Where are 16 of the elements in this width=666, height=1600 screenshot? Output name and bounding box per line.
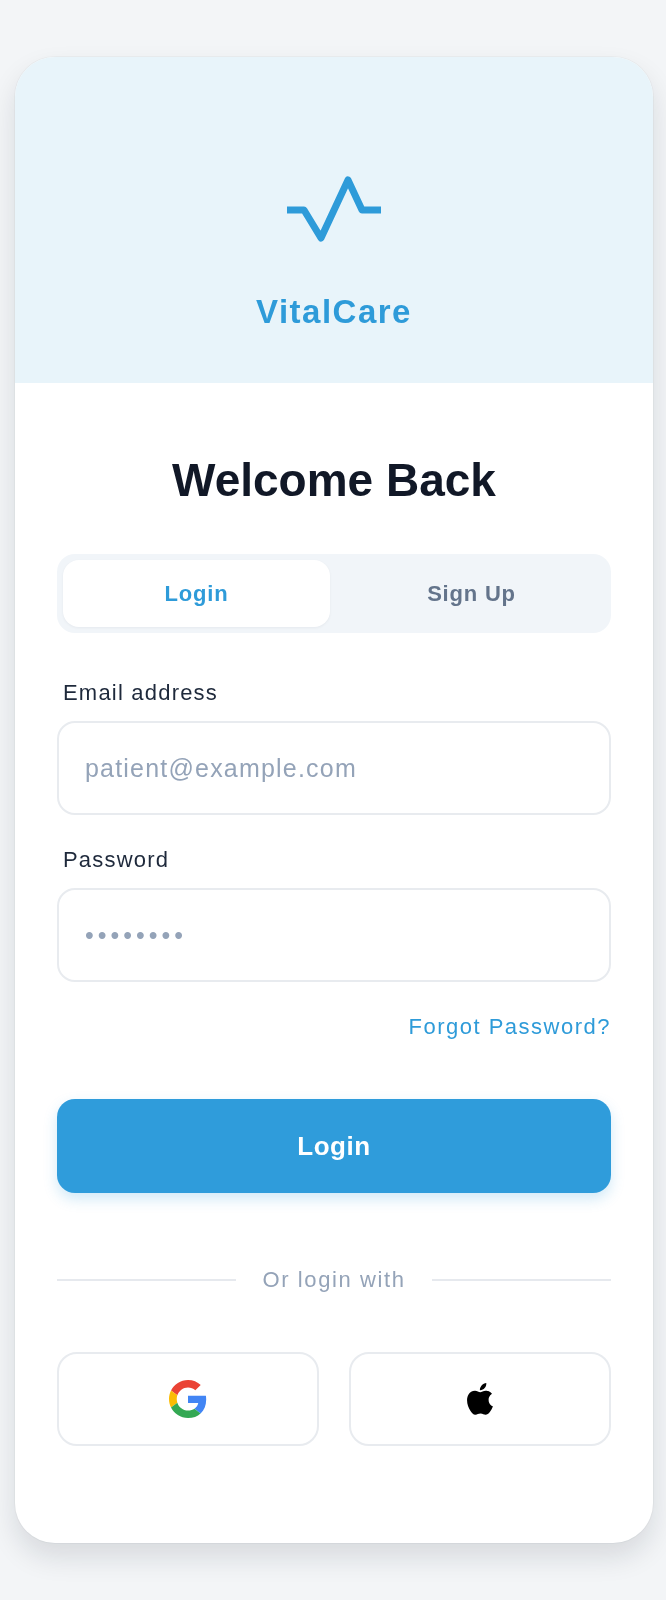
apple-sign-in-button[interactable] (349, 1352, 611, 1446)
google-sign-in-button[interactable] (57, 1352, 319, 1446)
tab[interactable]: Login (63, 560, 330, 627)
email-field[interactable]: patient@example.com (57, 721, 611, 815)
field-label: Email address (62, 680, 218, 706)
tab[interactable]: Sign Up (338, 560, 605, 627)
login-button[interactable]: Login (57, 1099, 611, 1193)
apple-icon (466, 1383, 494, 1415)
welcome-heading: Welcome Back (172, 453, 496, 508)
app-name: VitalCare (256, 292, 412, 332)
forgot-password-link[interactable]: Forgot Password? (408, 1014, 611, 1040)
google-g-icon (169, 1380, 207, 1418)
field-label: Password (62, 847, 170, 873)
divider-text: Or login with (262, 1267, 406, 1293)
heartbeat-icon (287, 175, 381, 243)
password-field[interactable]: •••••••• (57, 888, 611, 982)
